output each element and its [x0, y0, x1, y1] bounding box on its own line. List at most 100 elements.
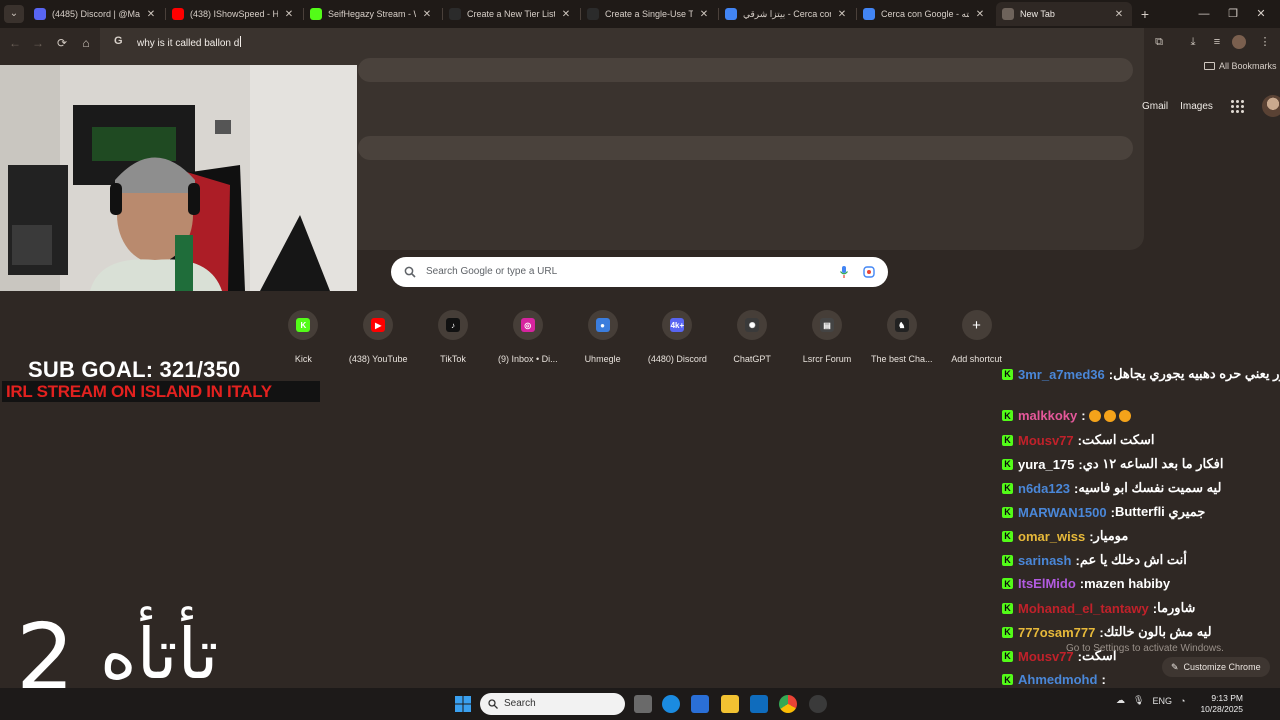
close-window-button[interactable]: ✕ — [1250, 4, 1272, 24]
windows-start-icon[interactable] — [455, 696, 471, 712]
chat-message: K Mohanad_el_tantawy: شاورما — [1002, 600, 1276, 616]
shortcut-tile[interactable]: + Add shortcut — [939, 310, 1014, 364]
shortcut-tile[interactable]: ♞ The best Cha... — [864, 310, 939, 364]
minimize-button[interactable]: — — [1193, 4, 1215, 24]
menu-kebab-icon[interactable]: ⋮ — [1256, 34, 1274, 50]
tab-title: New Tab — [1020, 9, 1055, 19]
chat-username[interactable]: yura_175 — [1018, 457, 1074, 472]
chat-username[interactable]: sarinash — [1018, 553, 1071, 568]
chat-username[interactable]: omar_wiss — [1018, 529, 1085, 544]
media-controls-icon[interactable]: ≡ — [1208, 34, 1226, 50]
customize-chrome-button[interactable]: ✎ Customize Chrome — [1162, 657, 1270, 677]
tab-title: Create a Single-Use Tier L — [605, 9, 693, 19]
chat-message: K 777osam777: ليه مش بالون خالتك — [1002, 624, 1276, 640]
taskbar-search-box[interactable]: Search — [480, 693, 625, 715]
chat-username[interactable]: Mohanad_el_tantawy — [1018, 601, 1149, 616]
close-tab-icon[interactable]: ✕ — [973, 9, 987, 20]
images-link[interactable]: Images — [1180, 101, 1213, 112]
chat-separator: : — [1101, 672, 1106, 687]
close-tab-icon[interactable]: ✕ — [835, 9, 849, 20]
google-account-avatar[interactable] — [1261, 95, 1280, 117]
shortcuts-grid: K Kick ▶ (438) YouTube ♪ TikTok ◎ (9) Inbox • D… — [266, 310, 1014, 364]
browser-tab[interactable]: (438) IShowSpeed - Head ✕ — [166, 2, 302, 26]
forward-button[interactable]: → — [29, 34, 47, 52]
profile-avatar[interactable] — [1232, 35, 1246, 49]
tab-separator — [580, 8, 581, 20]
omnibox-suggestion[interactable] — [358, 136, 1133, 160]
browser-tab[interactable]: Create a Single-Use Tier L ✕ — [581, 2, 717, 26]
shortcut-label: (4480) Discord — [647, 354, 707, 364]
search-icon — [488, 699, 498, 709]
shortcut-tile[interactable]: ● Uhmegle — [565, 310, 640, 364]
gmail-link[interactable]: Gmail — [1142, 101, 1168, 112]
shortcut-tile[interactable]: 4k+ (4480) Discord — [640, 310, 715, 364]
chat-username[interactable]: MARWAN1500 — [1018, 505, 1107, 520]
app-icon[interactable] — [809, 695, 827, 713]
file-explorer-icon[interactable] — [721, 695, 739, 713]
close-tab-icon[interactable]: ✕ — [282, 9, 296, 20]
tab-title: SeifHegazy Stream - Watc — [328, 9, 416, 19]
close-tab-icon[interactable]: ✕ — [697, 9, 711, 20]
close-tab-icon[interactable]: ✕ — [1112, 9, 1126, 20]
chat-username[interactable]: 777osam777 — [1018, 625, 1095, 640]
microphone-icon[interactable] — [839, 265, 849, 279]
chrome-icon[interactable] — [779, 695, 797, 713]
shortcut-tile[interactable]: K Kick — [266, 310, 341, 364]
system-tray: ☁ 🎙 ENG ◔ — [1116, 695, 1185, 706]
shortcut-tile[interactable]: ◎ (9) Inbox • Di... — [490, 310, 565, 364]
chat-message: K3mr_a7med36: بعون دور يعني حره دهبيه يج… — [1002, 366, 1280, 382]
tab-favicon-icon — [587, 8, 599, 20]
microphone-tray-icon[interactable]: 🎙 — [1133, 695, 1144, 706]
chat-username[interactable]: Mousv77 — [1018, 433, 1074, 448]
browser-tab[interactable]: Cerca con Google - كفته ✕ — [857, 2, 993, 26]
tab-title: Create a New Tier List - Ti — [467, 9, 555, 19]
language-indicator[interactable]: ENG — [1152, 696, 1172, 706]
store-icon[interactable] — [691, 695, 709, 713]
shortcut-tile[interactable]: ✺ ChatGPT — [715, 310, 790, 364]
google-top-links: Gmail Images — [1142, 95, 1280, 117]
chat-username[interactable]: Ahmedmohd — [1018, 672, 1097, 687]
task-view-icon[interactable] — [634, 695, 652, 713]
wifi-icon[interactable]: ◔ — [1180, 696, 1185, 706]
new-tab-button[interactable]: + — [1136, 5, 1154, 23]
home-button[interactable]: ⌂ — [77, 34, 95, 52]
browser-tab[interactable]: (4485) Discord | @Mahm ✕ — [28, 2, 164, 26]
shortcut-tile[interactable]: ▶ (438) YouTube — [341, 310, 416, 364]
chat-username[interactable]: ItsElMido — [1018, 576, 1076, 591]
all-bookmarks-button[interactable]: All Bookmarks — [1204, 61, 1277, 71]
download-icon[interactable]: ⤓ — [1184, 34, 1202, 50]
browser-tab[interactable]: New Tab ✕ — [996, 2, 1132, 26]
edge-icon[interactable] — [662, 695, 680, 713]
shortcut-tile[interactable]: ▤ Lsrcr Forum — [790, 310, 865, 364]
maximize-button[interactable]: ❐ — [1222, 4, 1244, 24]
google-search-box[interactable]: Search Google or type a URL — [391, 257, 888, 287]
address-bar-input[interactable]: why is it called ballon d — [137, 36, 241, 49]
chat-username[interactable]: malkkoky — [1018, 408, 1077, 423]
chat-username[interactable]: 3mr_a7med36 — [1018, 367, 1105, 382]
close-tab-icon[interactable]: ✕ — [144, 9, 158, 20]
google-lens-icon[interactable] — [863, 266, 875, 278]
shortcut-circle: ✺ — [737, 310, 768, 340]
omnibox-suggestion[interactable] — [358, 58, 1133, 82]
reload-button[interactable]: ⟳ — [53, 34, 71, 52]
taskbar-clock[interactable]: 9:13 PM 10/28/2025 — [1197, 693, 1243, 715]
chat-text: بعون دور يعني حره دهبيه يجوري يجاهل — [1113, 366, 1280, 381]
close-tab-icon[interactable]: ✕ — [559, 9, 573, 20]
shortcut-label: Uhmegle — [584, 354, 621, 364]
browser-tab[interactable]: SeifHegazy Stream - Watc ✕ — [304, 2, 440, 26]
kick-badge-icon: K — [1002, 458, 1013, 470]
extensions-icon[interactable]: ⧉ — [1150, 34, 1168, 50]
outlook-icon[interactable] — [750, 695, 768, 713]
close-tab-icon[interactable]: ✕ — [420, 9, 434, 20]
chat-username[interactable]: n6da123 — [1018, 481, 1070, 496]
search-placeholder: Search Google or type a URL — [426, 266, 558, 277]
tab-search-button[interactable]: ⌄ — [4, 5, 24, 23]
cloud-icon[interactable]: ☁ — [1116, 695, 1125, 706]
pencil-icon: ✎ — [1171, 661, 1179, 672]
shortcut-tile[interactable]: ♪ TikTok — [416, 310, 491, 364]
shortcut-label: (438) YouTube — [348, 354, 408, 364]
browser-tab[interactable]: Create a New Tier List - Ti ✕ — [443, 2, 579, 26]
back-button[interactable]: ← — [6, 34, 24, 52]
browser-tab[interactable]: بيتزا شرقي - Cerca con Google ✕ — [719, 2, 855, 26]
google-apps-icon[interactable] — [1230, 99, 1244, 113]
